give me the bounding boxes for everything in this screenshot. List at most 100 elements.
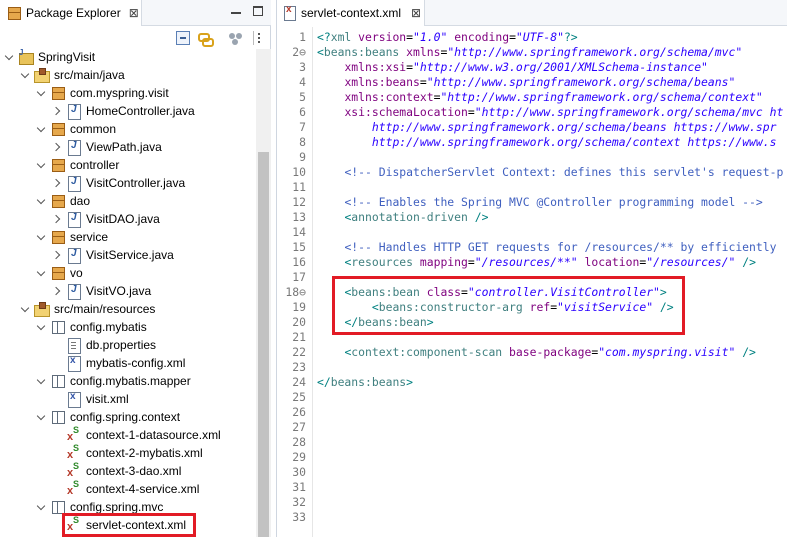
link-with-editor-icon[interactable] [198,31,214,47]
tree-item[interactable]: com.myspring.visit [0,84,256,102]
code-line[interactable]: xsi:schemaLocation="http://www.springfra… [317,105,783,120]
chevron-down-icon[interactable] [21,300,31,318]
code-line[interactable]: xmlns:context="http://www.springframewor… [317,90,762,105]
java-file-icon [66,139,82,156]
minimize-icon[interactable] [231,6,241,14]
chevron-down-icon[interactable] [37,84,47,102]
chevron-down-icon[interactable] [37,372,47,390]
tree-item[interactable]: config.spring.context [0,408,256,426]
chevron-down-icon[interactable] [37,498,47,516]
chevron-down-icon[interactable] [37,156,47,174]
tree-item[interactable]: common [0,120,256,138]
code-line[interactable]: <beans:beans xmlns="http://www.springfra… [317,45,742,60]
close-icon[interactable]: ⊠ [411,6,421,20]
chevron-down-icon[interactable] [21,66,31,84]
code-token: /> [742,345,756,359]
tree-item-label: config.mybatis.mapper [70,374,191,388]
package-icon [50,193,66,209]
close-icon[interactable]: ⊠ [129,6,139,20]
chevron-right-icon[interactable] [53,282,63,300]
line-number: 14 [292,225,306,239]
tree-item-label: src/main/resources [54,302,156,316]
tree-item[interactable]: src/main/java [0,66,256,84]
explorer-scrollbar-thumb[interactable] [258,152,269,537]
chevron-right-icon[interactable] [53,102,63,120]
chevron-down-icon[interactable] [37,318,47,336]
tab-package-explorer-label: Package Explorer [26,6,121,20]
code-line[interactable]: xmlns:xsi="http://www.w3.org/2001/XMLSch… [317,60,707,75]
line-number: 22 [292,345,306,359]
chevron-right-icon[interactable] [53,138,63,156]
code-token: context:component-scan [351,345,510,359]
tree-item[interactable]: SpringVisit [0,48,256,66]
tree-item[interactable]: context-1-datasource.xml [0,425,256,444]
tree-item[interactable]: config.mybatis.mapper [0,372,256,390]
line-number: 7 [299,120,306,134]
tree-item[interactable]: ViewPath.java [0,138,256,156]
chevron-right-icon[interactable] [53,174,63,192]
tree-item[interactable]: VisitDAO.java [0,210,256,228]
tree-item[interactable]: dao [0,192,256,210]
code-line[interactable]: http://www.springframework.org/schema/be… [317,120,777,135]
tree-item[interactable]: context-2-mybatis.xml [0,443,256,462]
code-token: http://www.springframework.org/schema/co… [371,135,777,149]
code-line[interactable]: <!-- DispatcherServlet Context: defines … [317,165,783,180]
resource-package-icon [50,319,66,335]
package-icon [50,85,66,101]
tree-item[interactable]: VisitService.java [0,246,256,264]
chevron-down-icon[interactable] [37,120,47,138]
line-number: 33 [292,510,306,524]
chevron-right-icon[interactable] [53,210,63,228]
tree-item[interactable]: db.properties [0,336,256,354]
tree-item[interactable]: context-4-service.xml [0,479,256,498]
chevron-down-icon[interactable] [37,228,47,246]
tree-item[interactable]: vo [0,264,256,282]
tree-item[interactable]: config.mybatis [0,318,256,336]
code-area[interactable]: 1 2⊖ 3 4 5 6 7 8 9 10 11 12 13 14 15 16 17 18⊖ 19 20 21 22 23 2… [277,27,787,537]
focus-active-task-icon[interactable] [229,31,243,45]
code-line[interactable]: xmlns:beans="http://www.springframework.… [317,75,735,90]
java-file-icon [66,175,82,192]
line-number: 11 [292,180,306,194]
maximize-icon[interactable] [253,6,263,16]
tree-item[interactable]: controller [0,156,256,174]
tree-item[interactable]: VisitController.java [0,174,256,192]
tree-item-label: SpringVisit [38,50,96,64]
chevron-down-icon[interactable] [5,48,15,66]
code-token: "http://www.springframework.org/schema/b… [426,75,736,89]
code-token: /> [474,210,489,224]
tree-item[interactable]: visit.xml [0,390,256,408]
tree-item[interactable]: src/main/resources [0,300,256,318]
tab-package-explorer[interactable]: Package Explorer ⊠ [0,0,142,26]
package-icon [50,229,66,245]
chevron-down-icon[interactable] [37,264,47,282]
code-line[interactable]: </beans:beans> [317,375,413,390]
code-line[interactable]: <context:component-scan base-package="co… [317,345,756,360]
collapse-all-icon[interactable] [176,31,190,45]
code-line[interactable]: <!-- Handles HTTP GET requests for /reso… [317,240,776,255]
code-token: version [358,30,407,44]
line-number: 9 [299,150,306,164]
tab-servlet-context-xml[interactable]: servlet-context.xml ⊠ [277,0,425,26]
code-line[interactable]: <annotation-driven /> [317,210,488,225]
tree-item[interactable]: mybatis-config.xml [0,354,256,372]
chevron-right-icon[interactable] [53,246,63,264]
line-number-gutter: 1 2⊖ 3 4 5 6 7 8 9 10 11 12 13 14 15 16 17 18⊖ 19 20 21 22 23 2… [277,27,313,537]
tree-item[interactable]: VisitVO.java [0,282,256,300]
code-line[interactable]: <?xml version="1.0" encoding="UTF-8"?> [317,30,578,45]
code-token: "http://www.springframework.org/schema/m… [447,45,743,59]
tree-item[interactable]: service [0,228,256,246]
code-line[interactable]: <resources mapping="/resources/**" locat… [317,255,756,270]
line-number: 4 [299,75,306,89]
tree-item[interactable]: context-3-dao.xml [0,461,256,480]
chevron-down-icon[interactable] [37,408,47,426]
code-line[interactable]: <!-- Enables the Spring MVC @Controller … [317,195,762,210]
view-menu-icon[interactable] [253,31,267,45]
line-number: 20 [292,315,306,329]
chevron-down-icon[interactable] [37,192,47,210]
tree-item[interactable]: HomeController.java [0,102,256,120]
code-line[interactable]: http://www.springframework.org/schema/co… [317,135,777,150]
